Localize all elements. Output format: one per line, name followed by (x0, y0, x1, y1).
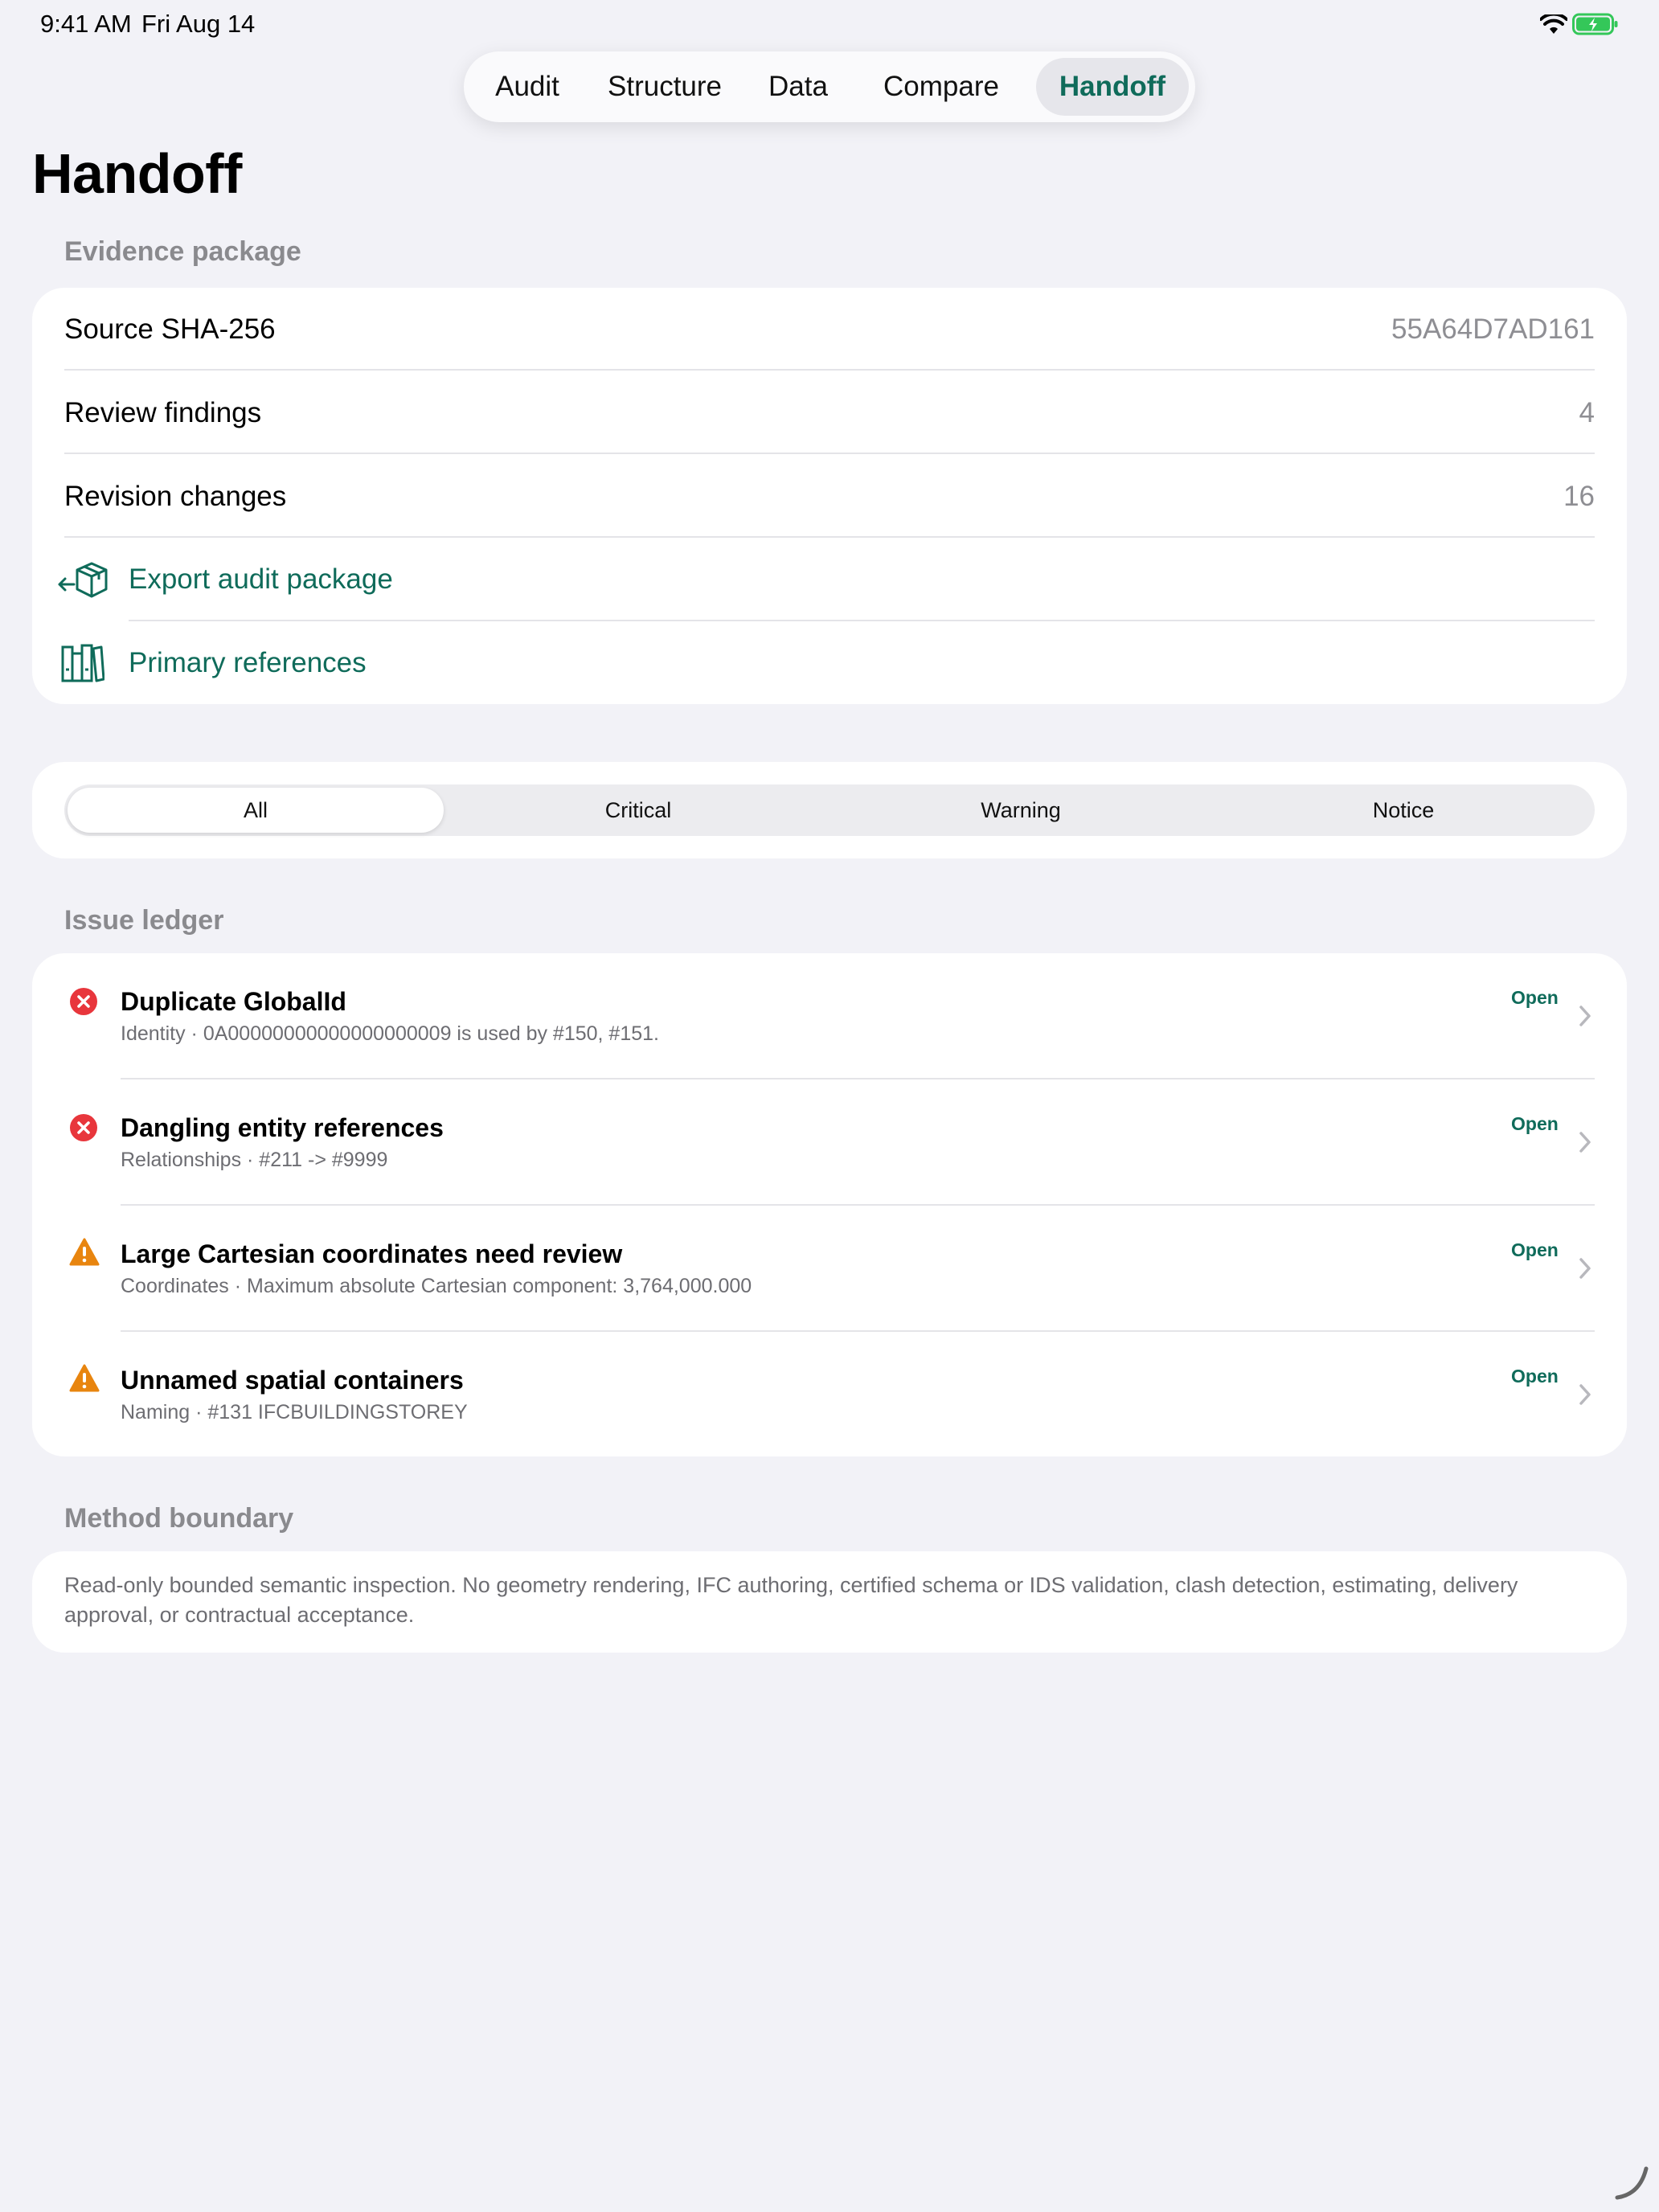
source-sha-label: Source SHA-256 (64, 313, 276, 345)
issue-title: Large Cartesian coordinates need review (121, 1239, 623, 1268)
issue-row[interactable]: Large Cartesian coordinates need review … (32, 1206, 1627, 1331)
wifi-icon (1540, 14, 1567, 34)
status-badge: Open (1511, 1239, 1559, 1260)
issue-ledger-header: Issue ledger (64, 905, 224, 936)
filter-notice[interactable]: Notice (1215, 788, 1591, 833)
critical-error-icon (70, 988, 97, 1015)
books-icon (61, 644, 104, 682)
issue-ledger-card: Duplicate GlobalId Identity · 0A00000000… (32, 953, 1627, 1456)
issue-row[interactable]: Unnamed spatial containers Naming · #131… (32, 1332, 1627, 1456)
filter-warning[interactable]: Warning (833, 788, 1209, 833)
method-boundary-text: Read-only bounded semantic inspection. N… (64, 1573, 1518, 1627)
export-audit-package-label: Export audit package (129, 563, 393, 595)
battery-charging-icon (1572, 13, 1618, 35)
box-export-icon (58, 562, 108, 598)
chevron-right-icon (1579, 1006, 1591, 1026)
divider (64, 453, 1595, 454)
corner-resize-icon[interactable] (1611, 2162, 1651, 2202)
status-time: 9:41 AM (40, 10, 132, 38)
tab-structure[interactable]: Structure (594, 58, 735, 116)
status-date: Fri Aug 14 (141, 10, 256, 38)
issue-title: Unnamed spatial containers (121, 1366, 464, 1395)
page-title: Handoff (32, 142, 242, 205)
issue-row[interactable]: Duplicate GlobalId Identity · 0A00000000… (32, 953, 1627, 1079)
severity-filter: All Critical Warning Notice (64, 784, 1595, 836)
primary-references-button[interactable]: Primary references (32, 621, 1627, 704)
revision-changes-label: Revision changes (64, 481, 287, 512)
tab-compare[interactable]: Compare (861, 58, 1022, 116)
evidence-card: Source SHA-256 55A64D7AD161 Review findi… (32, 288, 1627, 704)
status-icons (1540, 11, 1620, 39)
method-boundary-card: Read-only bounded semantic inspection. N… (32, 1551, 1627, 1653)
critical-error-icon (70, 1114, 97, 1141)
revision-changes-value: 16 (1563, 481, 1595, 512)
issue-subtitle: Relationships · #211 -> #9999 (121, 1149, 388, 1171)
tab-bar: Audit Structure Data Compare Handoff (464, 51, 1195, 122)
filter-critical[interactable]: Critical (450, 788, 826, 833)
primary-references-label: Primary references (129, 647, 367, 678)
review-findings-value: 4 (1579, 397, 1595, 428)
chevron-right-icon (1579, 1132, 1591, 1153)
method-boundary-header: Method boundary (64, 1503, 294, 1534)
issue-subtitle: Coordinates · Maximum absolute Cartesian… (121, 1275, 752, 1297)
status-badge: Open (1511, 1366, 1559, 1387)
issue-title: Duplicate GlobalId (121, 987, 346, 1016)
warning-triangle-icon (69, 1238, 100, 1266)
tab-audit[interactable]: Audit (483, 58, 571, 116)
chevron-right-icon (1579, 1384, 1591, 1405)
source-sha-value: 55A64D7AD161 (1391, 313, 1595, 345)
issue-subtitle: Naming · #131 IFCBUILDINGSTOREY (121, 1401, 468, 1423)
status-badge: Open (1511, 987, 1559, 1008)
review-findings-label: Review findings (64, 397, 262, 428)
export-audit-package-button[interactable]: Export audit package (32, 538, 1627, 620)
issue-row[interactable]: Dangling entity references Relationships… (32, 1079, 1627, 1205)
issue-title: Dangling entity references (121, 1113, 444, 1142)
issue-subtitle: Identity · 0A00000000000000000009 is use… (121, 1022, 659, 1045)
filter-all[interactable]: All (68, 788, 444, 833)
tab-handoff[interactable]: Handoff (1036, 58, 1189, 116)
warning-triangle-icon (69, 1364, 100, 1392)
divider (64, 369, 1595, 371)
status-badge: Open (1511, 1113, 1559, 1134)
chevron-right-icon (1579, 1258, 1591, 1279)
evidence-section-header: Evidence package (64, 236, 301, 267)
tab-data[interactable]: Data (758, 58, 838, 116)
